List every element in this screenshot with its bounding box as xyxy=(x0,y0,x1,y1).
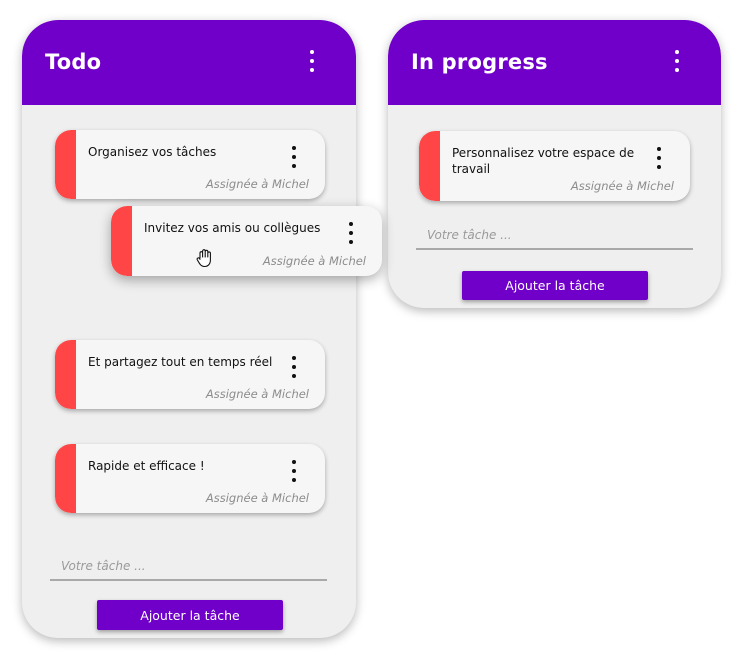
task-card[interactable]: Organisez vos tâches Assignée à Michel xyxy=(55,130,325,199)
task-card[interactable]: Et partagez tout en temps réel Assignée … xyxy=(55,340,325,409)
card-color-stripe xyxy=(55,340,76,409)
column-title: Todo xyxy=(45,50,102,74)
task-input[interactable] xyxy=(50,557,327,581)
column-menu-icon[interactable] xyxy=(669,50,685,72)
task-card[interactable]: Personnalisez votre espace de travail As… xyxy=(419,131,690,201)
card-color-stripe xyxy=(419,131,440,201)
card-assignee: Assignée à Michel xyxy=(205,387,309,401)
card-title: Organisez vos tâches xyxy=(88,145,217,159)
card-assignee: Assignée à Michel xyxy=(570,179,674,193)
card-title: Personnalisez votre espace de travail xyxy=(452,146,635,176)
column-title: In progress xyxy=(411,50,548,74)
add-task-button[interactable]: Ajouter la tâche xyxy=(97,600,283,630)
kanban-board: Todo Organisez vos tâches Assignée à Mic… xyxy=(0,0,744,663)
grab-hand-icon xyxy=(196,249,211,268)
column-header: Todo xyxy=(22,20,356,105)
card-title: Invitez vos amis ou collègues xyxy=(144,221,321,235)
column-todo: Todo Organisez vos tâches Assignée à Mic… xyxy=(22,20,356,638)
task-card[interactable]: Rapide et efficace ! Assignée à Michel xyxy=(55,444,325,513)
card-menu-icon[interactable] xyxy=(345,222,357,244)
card-color-stripe xyxy=(111,206,132,276)
card-title: Et partagez tout en temps réel xyxy=(88,355,273,369)
card-menu-icon[interactable] xyxy=(288,356,300,378)
column-header: In progress xyxy=(388,20,721,105)
task-card-dragging[interactable]: Invitez vos amis ou collègues Assignée à… xyxy=(111,206,382,276)
card-assignee: Assignée à Michel xyxy=(262,254,366,268)
card-title: Rapide et efficace ! xyxy=(88,459,205,473)
card-assignee: Assignée à Michel xyxy=(205,177,309,191)
card-color-stripe xyxy=(55,130,76,199)
task-input[interactable] xyxy=(416,226,693,250)
column-in-progress: In progress Personnalisez votre espace d… xyxy=(388,20,721,308)
card-assignee: Assignée à Michel xyxy=(205,491,309,505)
card-menu-icon[interactable] xyxy=(653,147,665,169)
card-menu-icon[interactable] xyxy=(288,146,300,168)
card-color-stripe xyxy=(55,444,76,513)
add-task-button[interactable]: Ajouter la tâche xyxy=(462,271,648,300)
card-menu-icon[interactable] xyxy=(288,460,300,482)
column-menu-icon[interactable] xyxy=(304,50,320,72)
